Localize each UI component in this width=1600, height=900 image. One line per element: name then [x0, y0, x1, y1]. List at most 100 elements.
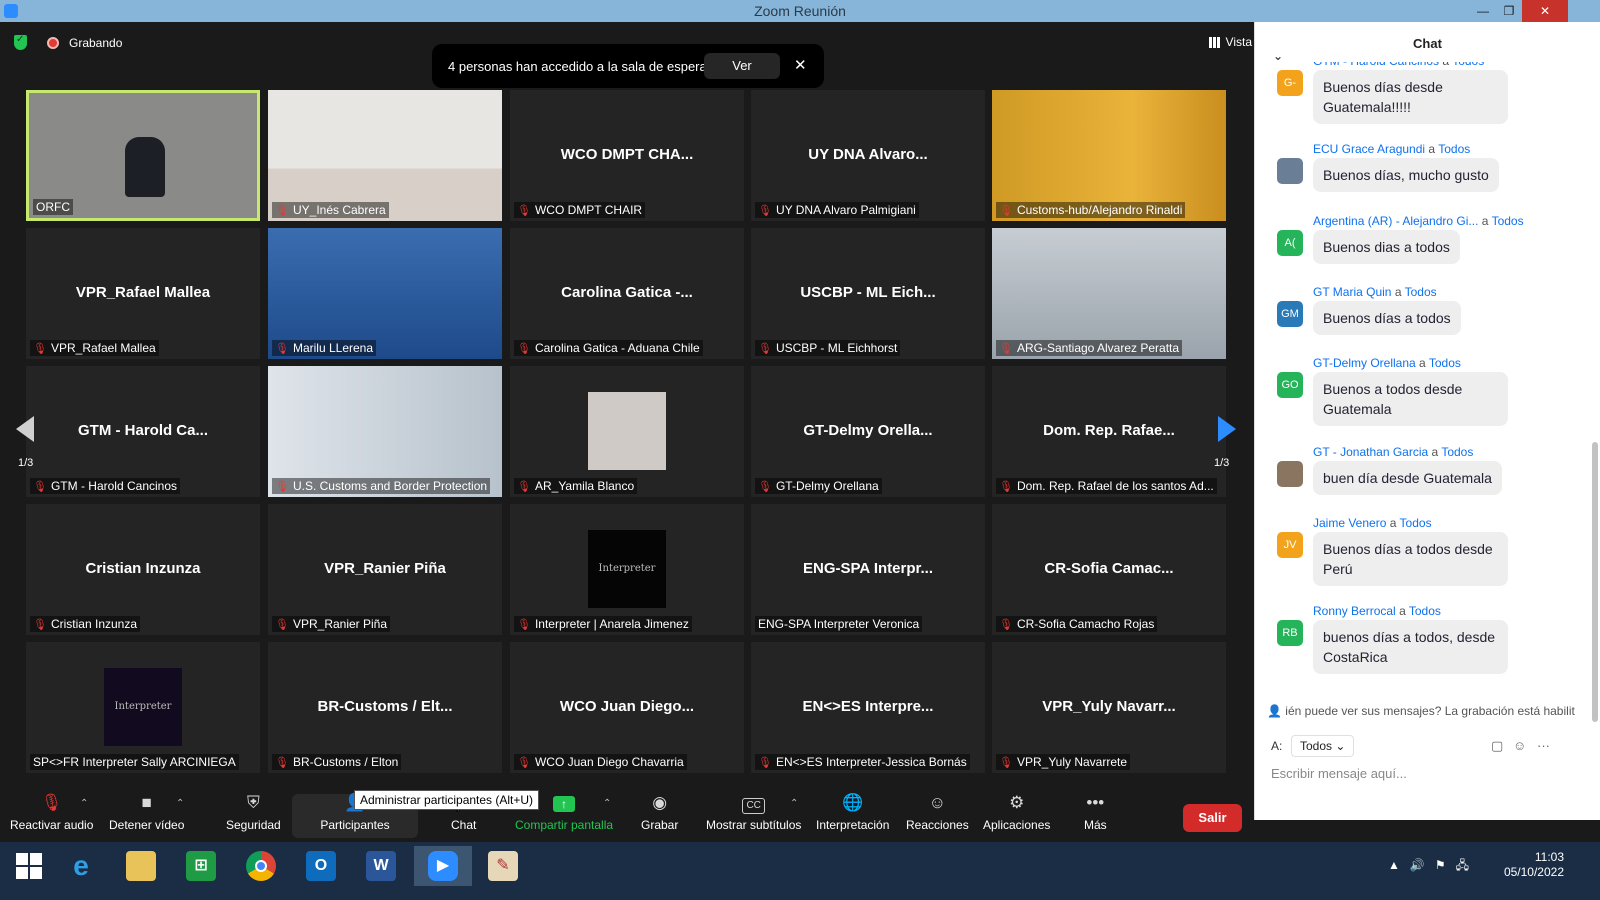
participant-tile[interactable]: Cristian Inzunza 🎙 Cristian Inzunza — [26, 504, 260, 635]
next-page-button[interactable] — [1218, 416, 1236, 442]
close-banner-icon[interactable]: ✕ — [794, 56, 807, 74]
participant-name: AR_Yamila Blanco — [534, 479, 635, 493]
muted-mic-icon: 🎙 — [999, 343, 1013, 355]
interpretation-button[interactable]: 🌐 Interpretación — [816, 794, 890, 833]
participant-tile[interactable]: VPR_Ranier Piña 🎙 VPR_Ranier Piña — [268, 504, 502, 635]
participant-name-label: ENG-SPA Interpreter Veronica — [755, 616, 923, 632]
captions-options-chevron-icon[interactable]: ⌃ — [790, 798, 798, 809]
participant-name-label: 🎙 VPR_Ranier Piña — [272, 616, 391, 632]
participant-tile[interactable]: VPR_Yuly Navarr... 🎙 VPR_Yuly Navarrete — [992, 642, 1226, 773]
system-tray[interactable]: ▲🔊⚑🖧 — [1388, 856, 1479, 877]
file-icon[interactable]: ▢ — [1491, 738, 1503, 754]
participant-tile[interactable]: Dom. Rep. Rafae... 🎙 Dom. Rep. Rafael de l… — [992, 366, 1226, 497]
participant-tile[interactable]: ENG-SPA Interpr... ENG-SPA Interpreter Ve… — [751, 504, 985, 635]
participant-name: VPR_Rafael Mallea — [50, 341, 156, 355]
participant-tile[interactable]: ORFC — [26, 90, 260, 221]
encryption-shield-icon[interactable] — [14, 34, 27, 50]
participant-name-label: 🎙 ARG-Santiago Alvarez Peratta — [996, 340, 1183, 356]
outlook-icon[interactable]: O — [292, 846, 350, 886]
apps-button[interactable]: ⚙ Aplicaciones — [983, 794, 1051, 833]
participant-tile[interactable]: CR-Sofia Camac... 🎙 CR-Sofia Camacho Rojas — [992, 504, 1226, 635]
participant-name-label: 🎙 Carolina Gatica - Aduana Chile — [514, 340, 703, 356]
chat-message-text: Buenos días a todos — [1313, 301, 1461, 335]
leave-meeting-button[interactable]: Salir — [1183, 804, 1242, 832]
record-icon: ◉ — [652, 793, 668, 812]
close-window-button[interactable]: ✕ — [1522, 0, 1568, 22]
video-options-chevron-icon[interactable]: ⌃ — [176, 798, 184, 809]
chat-scrollbar[interactable] — [1592, 442, 1598, 722]
participant-tile[interactable]: Carolina Gatica -... 🎙 Carolina Gatica - A… — [510, 228, 744, 359]
chat-sender-line: ECU Grace Aragundi a Todos — [1313, 142, 1470, 156]
participant-tile[interactable]: BR-Customs / Elt... 🎙 BR-Customs / Elton — [268, 642, 502, 773]
participant-tile[interactable]: 🎙 UY_Inés Cabrera — [268, 90, 502, 221]
chat-recipient: Todos — [1452, 62, 1484, 68]
muted-mic-icon: 🎙 — [758, 757, 772, 769]
chat-messages[interactable]: GTM - Harold Cancinos a Todos G- Buenos dí… — [1255, 62, 1600, 702]
page-indicator-left: 1/3 — [18, 457, 34, 469]
share-options-chevron-icon[interactable]: ⌃ — [603, 798, 611, 809]
chat-visibility-notice[interactable]: 👤 ién puede ver sus mensajes? La grabaci… — [1267, 704, 1575, 718]
participant-tile[interactable]: 🎙 U.S. Customs and Border Protection — [268, 366, 502, 497]
participants-tooltip: Administrar participantes (Alt+U) — [354, 790, 540, 810]
smiley-icon: ☺ — [928, 793, 947, 812]
muted-mic-icon: 🎙 — [999, 481, 1013, 493]
chat-sender-line: GT Maria Quin a Todos — [1313, 285, 1437, 299]
taskbar-clock[interactable]: 11:03 05/10/2022 — [1504, 850, 1564, 880]
record-button[interactable]: ◉ Grabar — [641, 793, 678, 833]
interpretation-label: Interpretación — [816, 818, 890, 832]
participant-tile[interactable]: 🎙 AR_Yamila Blanco — [510, 366, 744, 497]
participant-tile[interactable]: Interpreter 🎙 Interpreter | Anarela Jimene… — [510, 504, 744, 635]
participant-tile[interactable]: USCBP - ML Eich... 🎙 USCBP - ML Eichhorst — [751, 228, 985, 359]
emoji-icon[interactable]: ☺ — [1513, 738, 1526, 753]
stop-video-button[interactable]: ■ Detener vídeo — [109, 794, 185, 833]
store-icon[interactable]: ⊞ — [172, 846, 230, 886]
chat-message-input[interactable]: Escribir mensaje aquí... — [1271, 766, 1407, 781]
chat-sender: Argentina (AR) - Alejandro Gi... — [1313, 214, 1479, 228]
participant-tile[interactable]: 🎙 ARG-Santiago Alvarez Peratta — [992, 228, 1226, 359]
view-waiting-room-button[interactable]: Ver — [704, 53, 780, 79]
participant-tile[interactable]: WCO DMPT CHA... 🎙 WCO DMPT CHAIR — [510, 90, 744, 221]
participant-tile[interactable]: VPR_Rafael Mallea 🎙 VPR_Rafael Mallea — [26, 228, 260, 359]
participant-tile[interactable]: Interpreter SP<>FR Interpreter Sally ARCI… — [26, 642, 260, 773]
chat-message-text: Buenos a todos desde Guatemala — [1313, 372, 1508, 426]
word-icon[interactable]: W — [352, 846, 410, 886]
participant-tile[interactable]: 🎙 Marilu LLerena — [268, 228, 502, 359]
participant-name-label: 🎙 VPR_Rafael Mallea — [30, 340, 159, 356]
participant-tile[interactable]: EN<>ES Interpre... 🎙 EN<>ES Interpreter-Je… — [751, 642, 985, 773]
file-explorer-icon[interactable] — [112, 846, 170, 886]
participant-tile[interactable]: GTM - Harold Ca... 🎙 GTM - Harold Cancinos — [26, 366, 260, 497]
reactions-button[interactable]: ☺ Reacciones — [906, 793, 969, 833]
chat-more-icon[interactable]: ··· — [1537, 738, 1550, 753]
participant-tile[interactable]: 🎙 Customs-hub/Alejandro Rinaldi — [992, 90, 1226, 221]
paint-icon[interactable]: ✎ — [474, 846, 532, 886]
participant-tile[interactable]: GT-Delmy Orella... 🎙 GT-Delmy Orellana — [751, 366, 985, 497]
participant-name: BR-Customs / Elton — [292, 755, 399, 769]
apps-label: Aplicaciones — [983, 818, 1051, 832]
show-captions-button[interactable]: CC Mostrar subtítulos — [706, 794, 801, 832]
internet-explorer-icon[interactable]: e — [52, 846, 110, 886]
previous-page-button[interactable] — [16, 416, 34, 442]
chat-to-word: a — [1389, 516, 1397, 530]
restore-button[interactable]: ❐ — [1496, 0, 1522, 22]
participant-tile[interactable]: UY DNA Alvaro... 🎙 UY DNA Alvaro Palmigian… — [751, 90, 985, 221]
chrome-icon[interactable] — [232, 846, 290, 886]
more-button[interactable]: ••• Más — [1084, 794, 1107, 833]
view-button[interactable]: Vista — [1208, 35, 1252, 49]
participant-name: WCO Juan Diego Chavarria — [534, 755, 684, 769]
muted-mic-icon: 🎙 — [758, 343, 772, 355]
sender-avatar — [1277, 158, 1303, 184]
participant-name-label: 🎙 EN<>ES Interpreter-Jessica Bornás — [755, 754, 970, 770]
stop-video-label: Detener vídeo — [109, 818, 185, 832]
audio-options-chevron-icon[interactable]: ⌃ — [80, 798, 88, 809]
recipient-dropdown[interactable]: Todos ⌄ — [1291, 735, 1355, 757]
minimize-button[interactable]: — — [1470, 0, 1496, 22]
security-button[interactable]: ⛨ Seguridad — [226, 794, 281, 833]
muted-mic-icon: 🎙 — [517, 343, 531, 355]
windows-taskbar: e ⊞ O W ▶ ✎ ▲🔊⚑🖧 11:03 05/10/2022 — [0, 842, 1600, 900]
participant-display-name: GTM - Harold Ca... — [77, 422, 208, 439]
participant-display-name: ENG-SPA Interpr... — [802, 560, 934, 577]
start-button[interactable] — [0, 846, 58, 886]
security-label: Seguridad — [226, 818, 281, 832]
participant-tile[interactable]: WCO Juan Diego... 🎙 WCO Juan Diego Chavarr… — [510, 642, 744, 773]
zoom-taskbar-icon[interactable]: ▶ — [414, 846, 472, 886]
